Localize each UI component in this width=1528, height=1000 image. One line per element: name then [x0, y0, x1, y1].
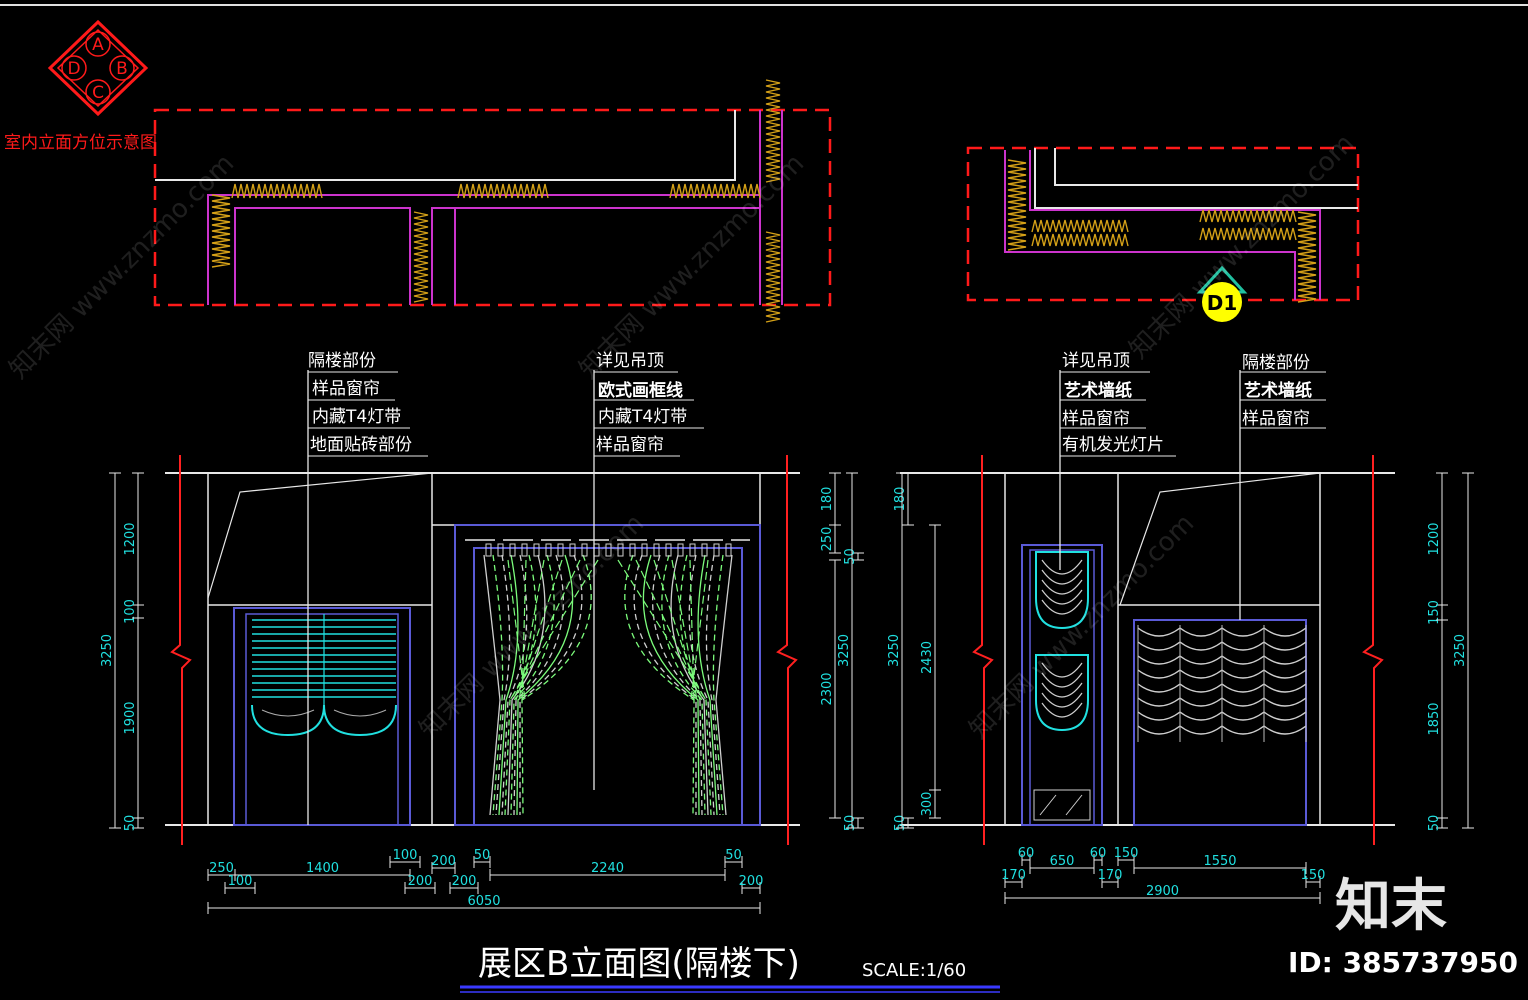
legend-label: 室内立面方位示意图	[4, 133, 157, 153]
watermark-id: ID: 385737950	[1288, 946, 1518, 979]
dim-label: 60	[1018, 846, 1035, 861]
dim-label: 150	[1427, 600, 1442, 625]
callout-r2-0: 隔楼部份	[1242, 353, 1310, 373]
callout-r2-2: 样品窗帘	[1242, 409, 1310, 429]
dim-label: 50	[1427, 815, 1442, 832]
dim-label: 50	[474, 848, 491, 863]
dim-label: 60	[1090, 846, 1107, 861]
drawing-title: 展区B立面图(隔楼下)	[478, 944, 800, 984]
callout-r1-1: 艺术墙纸	[1064, 380, 1132, 401]
dim-label: 150	[1301, 868, 1326, 883]
dim-label: 100	[393, 848, 418, 863]
callout-l2-1: 欧式画框线	[598, 380, 683, 401]
dim-label: 3250	[1453, 634, 1468, 667]
legend-letter-a: A	[92, 35, 104, 55]
callout-l1-0: 隔楼部份	[308, 351, 376, 371]
dim-label: 1200	[1427, 522, 1442, 555]
callout-r2-1: 艺术墙纸	[1244, 380, 1312, 401]
legend-letter-c: C	[92, 83, 104, 103]
callout-r1-0: 详见吊顶	[1062, 351, 1130, 371]
drawing-scale: SCALE:1/60	[862, 960, 966, 981]
dim-label: 50	[123, 815, 138, 832]
callout-l2-2: 内藏T4灯带	[598, 407, 687, 427]
dim-label: 150	[1114, 846, 1139, 861]
watermark-logo: 知末	[1335, 874, 1447, 939]
dim-label: 180	[893, 487, 908, 512]
dim-label: 1850	[1427, 702, 1442, 735]
dim-label: 2240	[591, 861, 624, 876]
dim-label: 3250	[100, 634, 115, 667]
dim-label: 100	[123, 599, 138, 624]
dim-label: 3250	[837, 634, 852, 667]
callout-l1-2: 内藏T4灯带	[312, 407, 401, 427]
background	[0, 0, 1528, 1000]
dim-label: 1900	[123, 701, 138, 734]
dim-label: 200	[452, 874, 477, 889]
cad-drawing-canvas: A B C D 室内立面方位示意图 D1 1200100190050325018…	[0, 0, 1528, 1000]
dim-label: 300	[920, 792, 935, 817]
dim-label: 50	[843, 815, 858, 832]
dim-label: 650	[1050, 854, 1075, 869]
dim-label: 1550	[1203, 854, 1236, 869]
dim-label: 50	[843, 548, 858, 565]
callout-l1-1: 样品窗帘	[312, 379, 380, 399]
dim-label: 1200	[123, 522, 138, 555]
callout-r1-3: 有机发光灯片	[1062, 435, 1164, 455]
dim-label: 50	[725, 848, 742, 863]
dim-label: 100	[228, 874, 253, 889]
dim-label: 3250	[887, 634, 902, 667]
dim-label: 6050	[467, 894, 500, 909]
dim-label: 250	[820, 527, 835, 552]
dim-label: 1400	[306, 861, 339, 876]
dim-label: 50	[893, 815, 908, 832]
dim-label: 200	[431, 854, 456, 869]
dim-label: 170	[1001, 868, 1026, 883]
dim-label: 2300	[820, 672, 835, 705]
callout-r1-2: 样品窗帘	[1062, 409, 1130, 429]
dim-label: 2900	[1146, 884, 1179, 899]
legend-letter-b: B	[116, 59, 128, 79]
legend-letter-d: D	[67, 59, 80, 79]
dim-label: 200	[739, 874, 764, 889]
dim-label: 200	[408, 874, 433, 889]
callout-l1-3: 地面贴砖部份	[310, 435, 412, 455]
dim-label: 170	[1098, 868, 1123, 883]
callout-l2-3: 样品窗帘	[596, 435, 664, 455]
dim-label: 2430	[920, 641, 935, 674]
dim-label: 180	[820, 487, 835, 512]
